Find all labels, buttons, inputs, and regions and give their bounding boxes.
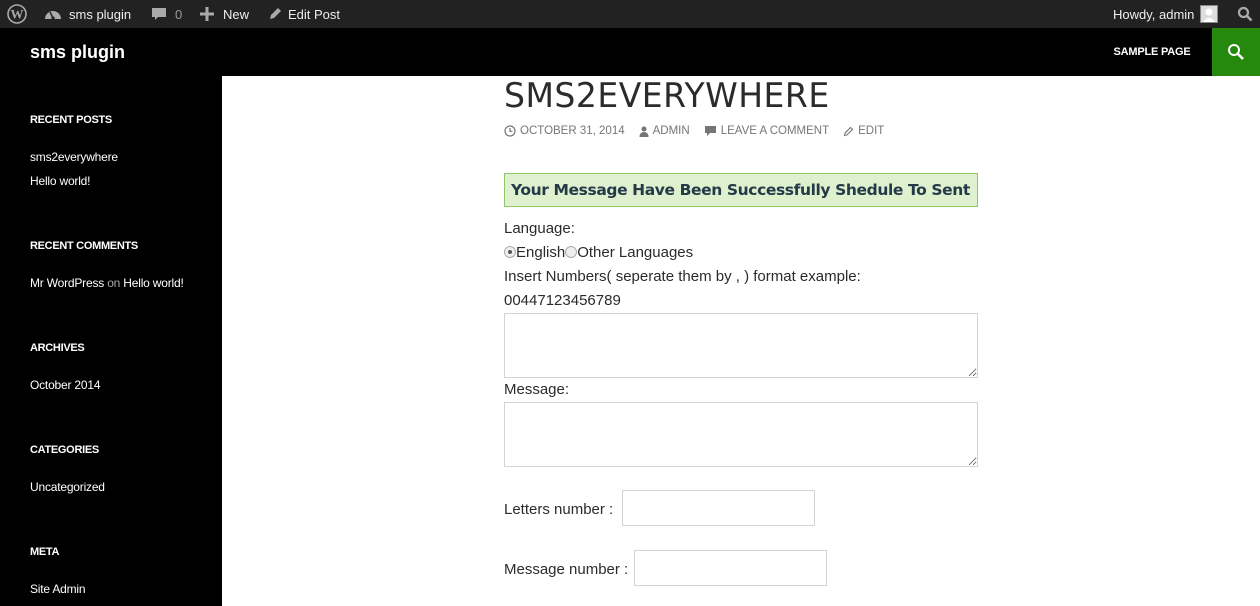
archive-link[interactable]: October 2014 xyxy=(30,378,101,392)
new-label: New xyxy=(223,6,250,22)
numbers-example: 00447123456789 xyxy=(504,292,621,309)
post-title: SMS2EVERYWHERE xyxy=(504,75,830,116)
sidebar: RECENT POSTS sms2everywhere Hello world!… xyxy=(0,76,222,606)
search-icon xyxy=(1237,6,1253,22)
site-name-menu[interactable]: sms plugin xyxy=(44,0,131,28)
admin-bar: W sms plugin 0 New Edit Post Howdy, admi… xyxy=(0,0,1260,28)
letters-number-label: Letters number : xyxy=(504,501,614,518)
nav-item-sample-page[interactable]: SAMPLE PAGE xyxy=(1092,28,1212,76)
message-number-input[interactable] xyxy=(634,550,827,586)
search-toggle-button[interactable] xyxy=(1212,28,1260,76)
post-author-link[interactable]: ADMIN xyxy=(639,125,690,137)
post-meta: OCTOBER 31, 2014 ADMIN LEAVE A COMMENT E… xyxy=(504,125,898,137)
site-title[interactable]: sms plugin xyxy=(30,42,125,63)
recent-comment: Mr WordPress on Hello world! xyxy=(30,276,184,290)
dashboard-icon xyxy=(45,11,61,20)
message-textarea[interactable] xyxy=(504,402,978,467)
post-author: ADMIN xyxy=(652,125,690,137)
radio-english[interactable] xyxy=(504,246,516,258)
message-number-label: Message number : xyxy=(504,561,629,578)
comment-post-link[interactable]: Hello world! xyxy=(123,276,183,290)
comment-author-link[interactable]: Mr WordPress xyxy=(30,276,104,290)
post-date-link[interactable]: OCTOBER 31, 2014 xyxy=(504,125,625,137)
category-link[interactable]: Uncategorized xyxy=(30,480,105,494)
language-options: English Other Languages xyxy=(504,244,693,261)
pencil-icon xyxy=(270,8,281,19)
search-icon xyxy=(1228,44,1244,60)
site-header: sms plugin SAMPLE PAGE xyxy=(0,28,1260,76)
svg-text:W: W xyxy=(11,7,24,22)
leave-comment-link[interactable]: LEAVE A COMMENT xyxy=(704,125,829,137)
comments-button[interactable]: 0 xyxy=(151,0,182,28)
wordpress-logo-button[interactable]: W xyxy=(7,0,27,28)
comment-icon xyxy=(704,126,716,136)
edit-label: EDIT xyxy=(858,125,885,137)
post-date: OCTOBER 31, 2014 xyxy=(520,125,625,137)
edit-post-button[interactable]: Edit Post xyxy=(268,0,340,28)
comment-icon xyxy=(152,8,166,20)
user-icon xyxy=(639,126,649,137)
plus-icon xyxy=(200,7,214,21)
clock-icon xyxy=(504,125,516,137)
radio-other-languages-label: Other Languages xyxy=(577,244,694,261)
recent-post-link[interactable]: sms2everywhere xyxy=(30,150,118,164)
widget-title-recent-comments: RECENT COMMENTS xyxy=(30,240,138,252)
new-content-button[interactable]: New xyxy=(200,0,249,28)
widget-title-archives: ARCHIVES xyxy=(30,342,85,354)
comment-on-text: on xyxy=(107,276,121,290)
recent-post-link[interactable]: Hello world! xyxy=(30,174,90,188)
pencil-icon xyxy=(843,126,854,136)
comments-count: 0 xyxy=(175,6,183,22)
message-label: Message: xyxy=(504,381,570,398)
leave-comment-label: LEAVE A COMMENT xyxy=(720,125,830,137)
edit-post-label: Edit Post xyxy=(288,6,341,22)
letters-number-input[interactable] xyxy=(622,490,815,526)
admin-search-button[interactable] xyxy=(1237,0,1253,28)
site-name-label: sms plugin xyxy=(69,6,132,22)
radio-english-label: English xyxy=(516,244,566,261)
edit-post-link[interactable]: EDIT xyxy=(843,125,884,137)
language-label: Language: xyxy=(504,220,575,237)
wordpress-icon: W xyxy=(7,4,27,24)
widget-title-recent-posts: RECENT POSTS xyxy=(30,114,112,126)
numbers-textarea[interactable] xyxy=(504,313,978,378)
widget-title-categories: CATEGORIES xyxy=(30,444,99,456)
success-message: Your Message Have Been Successfully Shed… xyxy=(504,173,978,207)
user-avatar-icon xyxy=(1203,8,1216,22)
avatar xyxy=(1200,5,1219,23)
widget-title-meta: META xyxy=(30,546,60,558)
my-account-menu[interactable]: Howdy, admin xyxy=(1113,0,1219,28)
greeting: Howdy, admin xyxy=(1113,6,1195,22)
numbers-label: Insert Numbers( seperate them by , ) for… xyxy=(504,268,861,285)
radio-other-languages[interactable] xyxy=(565,246,578,258)
meta-link[interactable]: Site Admin xyxy=(30,582,86,596)
